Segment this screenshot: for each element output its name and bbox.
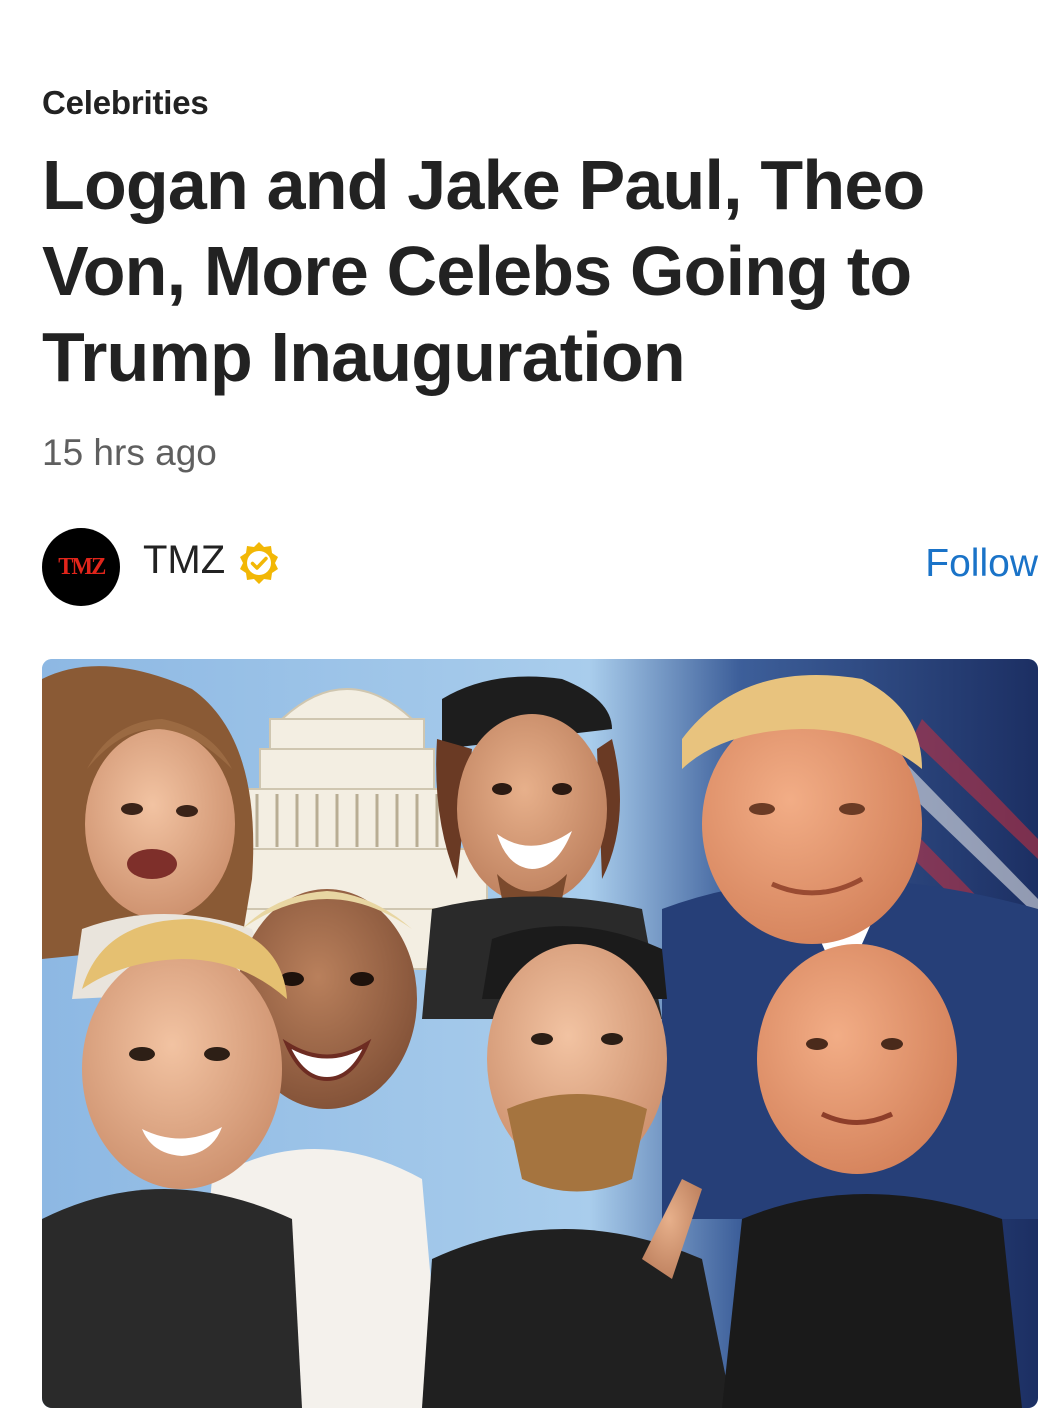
article-timestamp: 15 hrs ago <box>42 432 217 473</box>
follow-button[interactable]: Follow <box>925 542 1038 586</box>
article-category[interactable]: Celebrities <box>42 84 209 122</box>
publisher-name[interactable]: TMZ <box>143 538 225 583</box>
publisher-row: TMZ TMZ Follow <box>42 528 1038 608</box>
verified-badge-icon <box>240 542 278 584</box>
collage-photo <box>42 659 1038 1408</box>
article-headline[interactable]: Logan and Jake Paul, Theo Von, More Cele… <box>42 142 1002 400</box>
article-hero-image[interactable] <box>42 659 1038 1408</box>
publisher-logo[interactable]: TMZ <box>42 528 120 606</box>
publisher-logo-text: TMZ <box>57 553 106 580</box>
